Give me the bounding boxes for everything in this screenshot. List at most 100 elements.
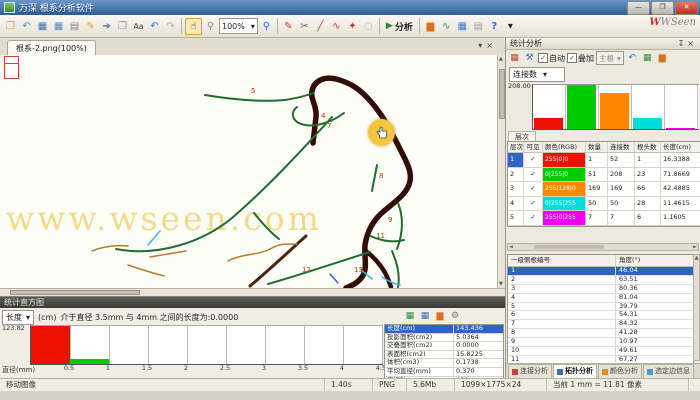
angle-table-row[interactable]: 784.32 [508, 320, 693, 329]
image-canvas[interactable]: www.wseen.com [0, 55, 497, 288]
root-trace-drawing [0, 55, 497, 288]
tab-connection-analysis[interactable]: 连接分析 [508, 364, 552, 378]
legend-icon[interactable]: ▦ [508, 52, 521, 65]
angle-table-row[interactable]: 539.79 [508, 303, 693, 312]
cut-icon[interactable]: ✂ [297, 19, 312, 34]
chart-bar [633, 118, 662, 129]
stats-toolbar: ▦ ▦ ▆ ⚙ [404, 310, 461, 322]
zoom-out-icon[interactable]: ⚲ [203, 19, 218, 34]
tab-icon [647, 369, 653, 375]
panel-vertical-scrollbar[interactable]: ▲ [693, 254, 700, 361]
copy-icon[interactable]: ❐ [115, 19, 130, 34]
angle-table-row[interactable]: 263.51 [508, 276, 693, 285]
redo-icon[interactable]: ↷ [163, 19, 178, 34]
grid-icon[interactable]: ▤ [471, 19, 486, 34]
print-icon[interactable]: ▤ [67, 19, 82, 34]
tab-topology-analysis[interactable]: 拓扑分析 [553, 364, 597, 378]
zoom-level-combo[interactable]: 100% ▾ [219, 18, 258, 34]
scroll-up-icon: ▲ [695, 255, 699, 261]
help-icon[interactable]: ? [487, 19, 502, 34]
canvas-horizontal-scrollbar[interactable] [0, 288, 505, 296]
save-as-icon[interactable]: ▦ [51, 19, 66, 34]
annotate-icon[interactable]: ✎ [83, 19, 98, 34]
chart-metric-combo[interactable]: 连接数 ▾ [509, 67, 565, 82]
revert-icon[interactable]: ↶ [19, 19, 34, 34]
level-table-row[interactable]: 2 ✓ 0|255|0 51 208 23 71.8669 [508, 168, 700, 183]
toolbar-separator [181, 18, 182, 34]
histogram-ymax-label: 123.82 [2, 324, 25, 332]
tab-color-analysis[interactable]: 颜色分析 [598, 364, 642, 378]
level-table-row[interactable]: 4 ✓ 0|255|255 50 50 28 11.4615 [508, 197, 700, 212]
stats-row[interactable]: 长度(cm)143.436 [385, 325, 503, 334]
line-tool-icon[interactable]: ╱ [313, 19, 328, 34]
statistics-toolbar: ▦ ⚒ ✓自动 ✓叠加 主根▾ ↶ ▦ ▆ [508, 51, 669, 65]
level-table-row[interactable]: 5 ✓ 255|0|255 7 7 6 1.1605 [508, 211, 700, 226]
zoom-level-value: 100% [222, 22, 245, 31]
stats-row[interactable]: 投影面积(cm2)5.0364 [385, 334, 503, 343]
statistics-panel-header: 统计分析 ↧× [506, 38, 700, 50]
mark-tool-icon[interactable]: ✦ [345, 19, 360, 34]
stats-row[interactable]: 表面积(cm2)15.8225 [385, 351, 503, 360]
chart-icon[interactable]: ▆ [434, 310, 446, 322]
scrollbar-thumb[interactable] [10, 290, 140, 295]
text-tool-icon[interactable]: Aa [131, 19, 146, 34]
statistics-panel: 统计分析 ↧× ▦ ⚒ ✓自动 ✓叠加 主根▾ ↶ ▦ ▆ 连接数 ▾ 208.… [505, 38, 700, 378]
histogram-controls: 长度 ▾ (cm) 介于直径 3.5mm 与 4mm 之间的长度为:0.0000 [2, 310, 238, 325]
zoom-in-icon[interactable]: ⚲ [259, 19, 274, 34]
stats-row[interactable]: 体积(cm3)0.1738 [385, 359, 503, 368]
level-table-row[interactable]: 1 ✓ 255|0|0 1 52 1 16.3388 [508, 153, 700, 168]
angle-table-row[interactable]: 380.36 [508, 285, 693, 294]
overlay-checkbox[interactable]: ✓叠加 [567, 53, 594, 64]
stats-curve-icon[interactable]: ∿ [439, 19, 454, 34]
pencil-icon[interactable]: ✎ [281, 19, 296, 34]
maximize-button[interactable]: ❐ [651, 1, 674, 15]
chart-bar [534, 118, 563, 129]
metric-combo[interactable]: 长度 ▾ [2, 310, 34, 325]
scroll-down-icon[interactable]: ▼ [499, 281, 503, 287]
angle-table-row[interactable]: 1049.61 [508, 347, 693, 356]
canvas-vertical-scrollbar[interactable]: ▲ ▼ [497, 55, 505, 288]
erase-tool-icon[interactable]: ◌ [361, 19, 376, 34]
scrollbar-thumb[interactable] [534, 245, 604, 249]
auto-checkbox[interactable]: ✓自动 [538, 53, 565, 64]
analyze-button[interactable]: ▶ 分析 [383, 20, 416, 33]
chart-icon[interactable]: ▆ [656, 52, 669, 65]
document-tab[interactable]: 根系-2.png(100%) [7, 40, 96, 56]
level-table-row[interactable]: 3 ✓ 255|128|0 169 169 66 42.4885 [508, 182, 700, 197]
close-button[interactable]: ✕ [675, 1, 698, 15]
root-type-combo[interactable]: 主根▾ [596, 51, 624, 65]
settings-gear-icon[interactable]: ⚙ [449, 310, 461, 322]
save-icon[interactable]: ▦ [35, 19, 50, 34]
label-icon[interactable]: ⚒ [523, 52, 536, 65]
x-tick: 3 [254, 364, 274, 372]
refresh-icon[interactable]: ↶ [626, 52, 639, 65]
minimize-button[interactable]: — [627, 1, 650, 15]
pin-icon[interactable]: ↧ [678, 39, 688, 48]
hand-tool-icon[interactable]: ☝ [185, 18, 202, 35]
angle-table-row[interactable]: 146.04 [508, 267, 693, 276]
export-icon[interactable]: ➔ [99, 19, 114, 34]
curve-tool-icon[interactable]: ∿ [329, 19, 344, 34]
tab-selected-edge-info[interactable]: 选定边信息 [643, 364, 694, 378]
panel-horizontal-scrollbar[interactable]: ◄ ► [507, 243, 699, 251]
chevron-down-icon[interactable]: ▾ [503, 19, 518, 34]
tab-close-icon[interactable]: × [486, 41, 497, 50]
angle-table-row[interactable]: 654.31 [508, 311, 693, 320]
app-icon [4, 2, 15, 13]
table-icon[interactable]: ▦ [455, 19, 470, 34]
scroll-up-icon[interactable]: ▲ [499, 56, 503, 62]
open-icon[interactable]: ❐ [3, 19, 18, 34]
export-excel-icon[interactable]: ▦ [404, 310, 416, 322]
statistics-panel-title: 统计分析 [510, 39, 542, 48]
bar-chart-icon[interactable]: ▆ [423, 19, 438, 34]
angle-table-row[interactable]: 841.28 [508, 329, 693, 338]
undo-icon[interactable]: ↶ [147, 19, 162, 34]
angle-table-row[interactable]: 910.97 [508, 338, 693, 347]
tab-controls[interactable]: ▾× [478, 41, 497, 50]
panel-close-icon[interactable]: × [687, 39, 697, 48]
save-stats-icon[interactable]: ▦ [419, 310, 431, 322]
stats-row[interactable]: 平均直径(mm)0.370 [385, 368, 503, 377]
export-excel-icon[interactable]: ▦ [641, 52, 654, 65]
stats-row[interactable]: 交叠面积(cm2)0.0000 [385, 342, 503, 351]
angle-table-row[interactable]: 481.04 [508, 294, 693, 303]
